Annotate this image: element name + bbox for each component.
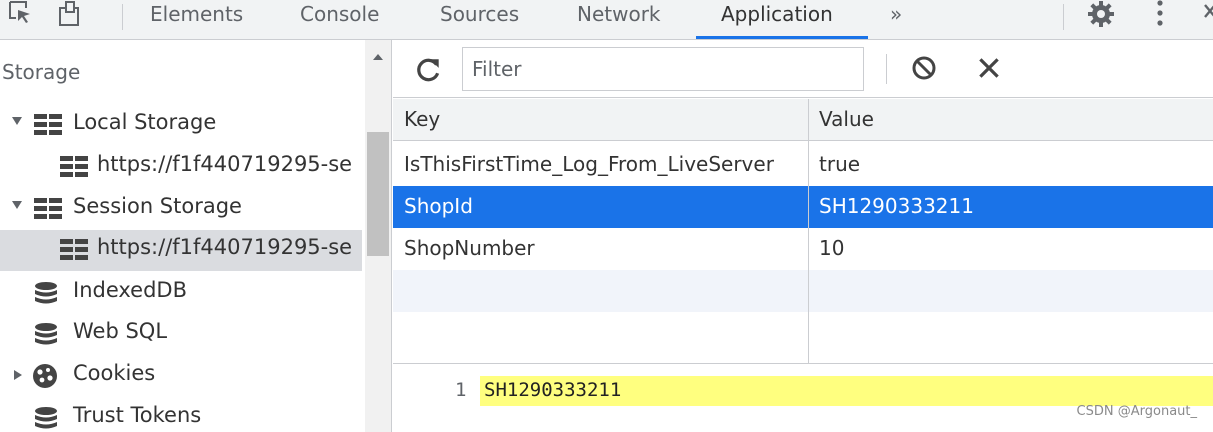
collapse-arrow-icon[interactable] — [14, 370, 22, 380]
tab-elements[interactable]: Elements — [150, 0, 243, 40]
column-header-key[interactable]: Key — [404, 107, 802, 131]
row-value: SH1290333211 — [819, 194, 974, 218]
grid-storage-icon — [34, 198, 62, 219]
inspect-element-icon[interactable] — [8, 0, 34, 26]
sidebar-item-cookies[interactable]: Cookies — [0, 356, 362, 397]
sidebar-item-label: Session Storage — [73, 194, 242, 218]
sidebar-item-label: IndexedDB — [73, 278, 187, 302]
kebab-menu-icon[interactable] — [1152, 0, 1168, 30]
active-tab-indicator — [696, 36, 868, 39]
database-icon — [35, 282, 57, 304]
table-row[interactable]: IsThisFirstTime_Log_From_LiveServer true — [393, 144, 1213, 186]
tab-network[interactable]: Network — [577, 0, 661, 40]
grid-storage-icon — [60, 156, 88, 177]
value-preview: 1 SH1290333211 CSDN @Argonaut_ — [393, 365, 1213, 432]
tab-console[interactable]: Console — [300, 0, 379, 40]
sidebar-item-label: Local Storage — [73, 110, 217, 134]
row-value: true — [819, 152, 861, 176]
scroll-up-arrow-icon[interactable] — [373, 54, 383, 60]
line-number: 1 — [455, 379, 467, 401]
close-icon[interactable] — [1203, 2, 1213, 22]
row-key: ShopId — [404, 194, 473, 218]
more-tabs-button[interactable]: » — [890, 0, 902, 40]
sidebar-item-session-storage-origin[interactable]: https://f1f440719295-se — [0, 230, 362, 271]
sidebar-item-local-storage-origin[interactable]: https://f1f440719295-se — [0, 147, 362, 188]
grid-storage-icon — [60, 239, 88, 260]
expand-arrow-icon[interactable] — [12, 117, 22, 125]
gear-icon[interactable] — [1087, 0, 1115, 28]
sidebar-item-label: https://f1f440719295-se — [97, 152, 353, 176]
device-toolbar-icon[interactable] — [58, 0, 84, 26]
sidebar-item-session-storage[interactable]: Session Storage — [0, 189, 362, 230]
sidebar-item-indexeddb[interactable]: IndexedDB — [0, 273, 362, 314]
row-key: IsThisFirstTime_Log_From_LiveServer — [404, 152, 774, 176]
filter-input[interactable] — [462, 47, 864, 91]
table-row[interactable]: ShopNumber 10 — [393, 228, 1213, 270]
tab-application[interactable]: Application — [721, 0, 833, 40]
column-divider[interactable] — [808, 99, 809, 363]
grid-storage-icon — [34, 114, 62, 135]
delete-selected-icon[interactable] — [975, 54, 1003, 82]
expand-arrow-icon[interactable] — [12, 201, 22, 209]
sidebar-item-label: Web SQL — [73, 319, 168, 343]
sidebar-section-title: Storage — [2, 60, 81, 84]
database-icon — [35, 407, 57, 429]
row-key: ShopNumber — [404, 236, 535, 260]
sidebar-item-label: Trust Tokens — [73, 403, 202, 427]
sidebar-item-label: Cookies — [73, 361, 156, 385]
devtools-tab-bar: Elements Console Sources Network Applica… — [0, 0, 1213, 40]
toolbar-separator — [886, 54, 887, 84]
clear-all-icon[interactable] — [910, 54, 938, 82]
sidebar-item-trust-tokens[interactable]: Trust Tokens — [0, 398, 362, 432]
sidebar-item-local-storage[interactable]: Local Storage — [0, 105, 362, 146]
sidebar-item-label: https://f1f440719295-se — [97, 235, 353, 259]
table-header: Key Value — [393, 99, 1213, 141]
sidebar-item-web-sql[interactable]: Web SQL — [0, 314, 362, 355]
toolbar-separator — [1063, 4, 1064, 30]
refresh-icon[interactable] — [415, 56, 443, 84]
sidebar-scrollbar-thumb[interactable] — [367, 132, 389, 256]
preview-value-line[interactable]: SH1290333211 — [480, 376, 1213, 406]
watermark: CSDN @Argonaut_ — [1076, 404, 1197, 419]
database-icon — [35, 323, 57, 345]
cookie-icon — [33, 364, 57, 388]
table-row-empty — [393, 312, 1213, 354]
storage-sidebar: Storage Local Storage https://f1f4407192… — [0, 40, 392, 432]
toolbar-separator — [122, 4, 123, 30]
storage-table: Key Value IsThisFirstTime_Log_From_LiveS… — [393, 99, 1213, 364]
row-value: 10 — [819, 236, 845, 260]
table-row-empty — [393, 270, 1213, 312]
table-row-selected[interactable]: ShopId SH1290333211 — [393, 186, 1213, 228]
tab-sources[interactable]: Sources — [440, 0, 519, 40]
column-header-value[interactable]: Value — [819, 107, 1209, 131]
storage-toolbar — [393, 40, 1213, 98]
